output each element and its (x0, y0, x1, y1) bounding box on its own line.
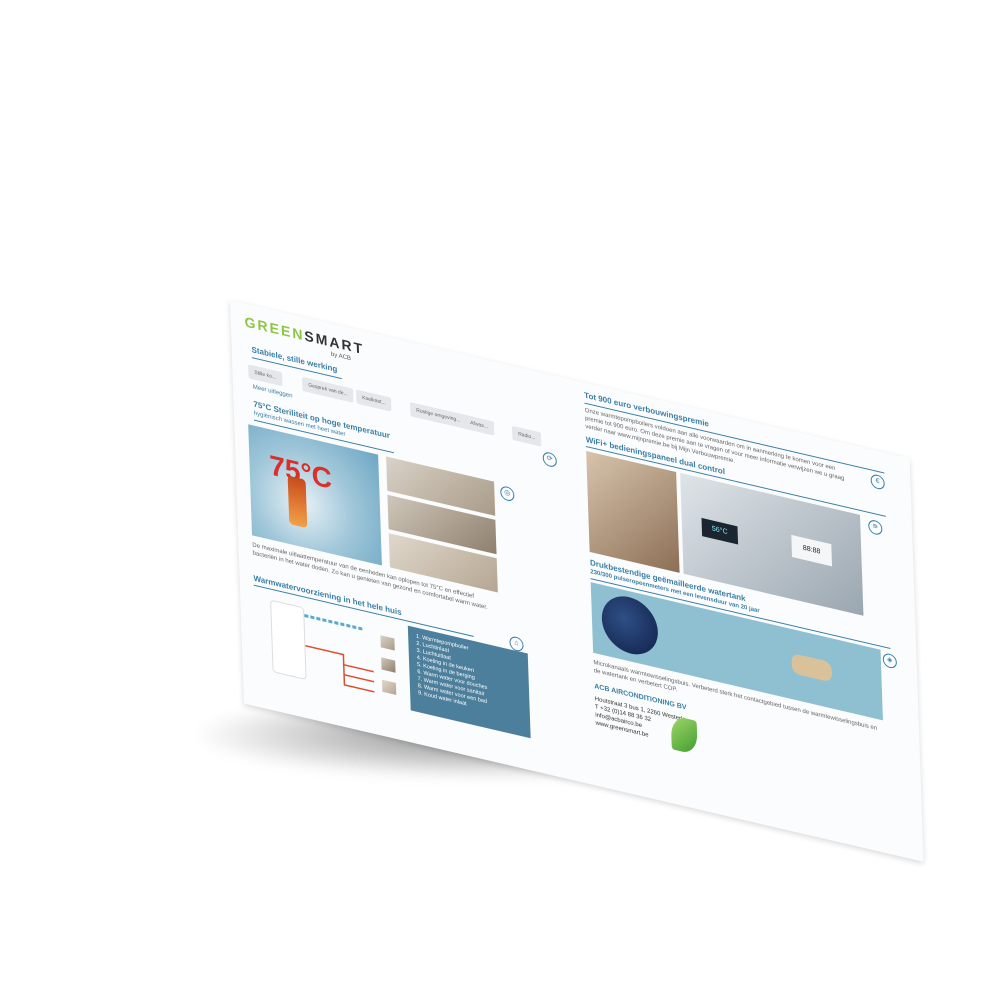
left-page: GREENSMART by ACB Stabiele, stille werki… (230, 300, 584, 783)
pill-2: Gesprek van de... (302, 376, 354, 403)
pill-4: Rustige omgeving... (409, 401, 467, 430)
leaf-logo-icon (670, 714, 698, 756)
pill-3: Koelkast... (356, 389, 392, 412)
enamel-tank-disc (600, 590, 659, 661)
panel-display-a: 56°C (701, 517, 739, 545)
heat-exchanger-tube (791, 652, 833, 683)
pill-6: Radio... (511, 425, 542, 447)
wifi-icon: ≋ (868, 518, 883, 537)
more-link[interactable]: Meer uitleggen (253, 383, 293, 400)
pipe-diagram (304, 613, 375, 693)
brochure-sheet: GREENSMART by ACB Stabiele, stille werki… (230, 300, 924, 862)
euro-icon: € (870, 473, 885, 491)
thermometer-icon: ◎ (500, 485, 515, 503)
pill-5: Afwas... (463, 414, 495, 436)
woman-with-phone-photo (586, 451, 680, 573)
shield-icon: ◈ (882, 652, 898, 670)
leaf-icon: ⟳ (542, 450, 558, 469)
heating-cylinder (287, 475, 308, 529)
heat-pump-boiler (270, 599, 307, 681)
right-page: Tot 900 euro verbouwingspremie Onze warm… (570, 379, 924, 862)
panel-display-b: 88:88 (791, 534, 833, 567)
